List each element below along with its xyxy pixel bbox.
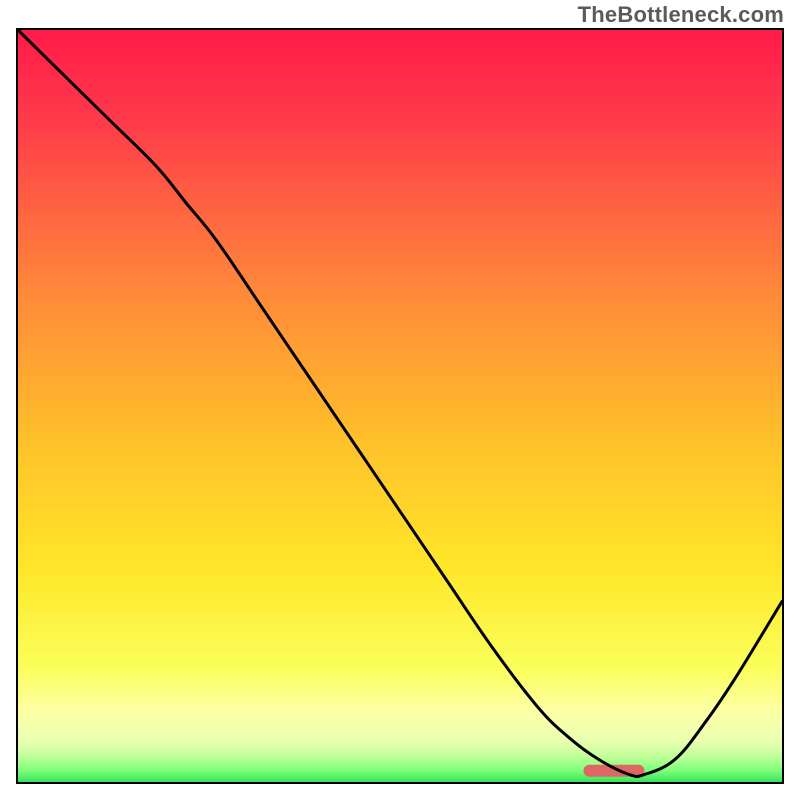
bottleneck-curve — [18, 30, 782, 777]
chart-frame: TheBottleneck.com — [0, 0, 800, 800]
watermark-text: TheBottleneck.com — [578, 2, 784, 28]
curve-layer — [18, 30, 782, 782]
plot-area — [16, 28, 784, 784]
